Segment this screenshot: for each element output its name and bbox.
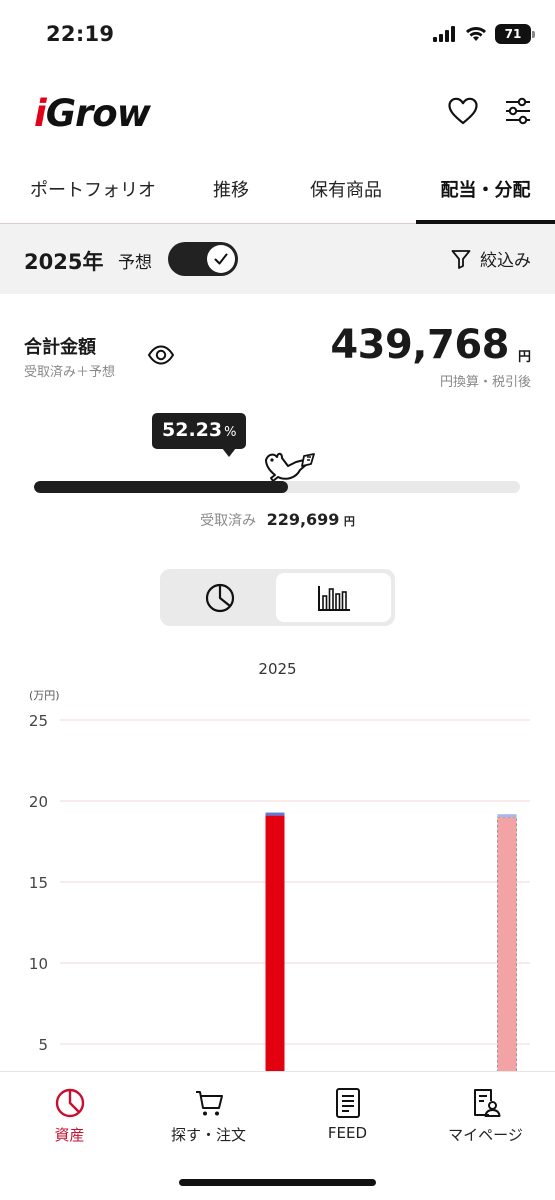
tab-history[interactable]: 推移	[186, 160, 276, 223]
nav-assets-label: 資産	[54, 1126, 85, 1144]
battery-level: 71	[504, 27, 522, 41]
received-unit: 円	[343, 515, 355, 528]
nav-feed[interactable]: FEED	[278, 1086, 417, 1142]
funnel-icon	[451, 249, 471, 269]
assets-pie-icon	[55, 1088, 84, 1118]
status-time: 22:19	[46, 22, 115, 46]
total-unit: 円	[517, 350, 531, 365]
cart-icon	[195, 1091, 223, 1116]
y-tick-label: 10	[29, 955, 48, 973]
nav-search-order[interactable]: 探す・注文	[139, 1086, 278, 1145]
bar-received-cap	[265, 812, 285, 816]
dividend-bar-chart: 5 10 15 20 25	[29, 712, 530, 1071]
nav-mypage[interactable]: マイページ	[416, 1086, 555, 1145]
tab-dividends[interactable]: 配当・分配	[416, 160, 555, 224]
nav-mypage-label: マイページ	[448, 1126, 523, 1144]
received-progress-bar	[34, 481, 520, 493]
filter-bar: 2025年 予想 絞込み	[0, 224, 555, 294]
nav-feed-label: FEED	[327, 1124, 368, 1142]
percent-sign: %	[224, 425, 237, 440]
battery-icon: 71	[495, 24, 535, 44]
received-percent-bubble: 52.23%	[152, 413, 247, 457]
total-title: 合計金額	[24, 337, 96, 358]
tab-holdings[interactable]: 保有商品	[276, 160, 416, 223]
received-amount: 229,699	[266, 510, 340, 529]
heart-icon[interactable]	[447, 96, 479, 126]
total-subtitle: 受取済み＋予想	[24, 365, 116, 380]
received-progress-fill	[34, 481, 288, 493]
document-icon	[335, 1088, 360, 1118]
nav-search-order-label: 探す・注文	[170, 1126, 246, 1144]
pie-chart-icon	[205, 583, 235, 612]
chart-type-switch	[160, 569, 395, 626]
checkmark-icon	[214, 253, 228, 265]
total-amount: 439,768	[330, 322, 509, 368]
igrow-logo: iGrow	[34, 92, 151, 135]
bar-received[interactable]	[265, 815, 285, 1071]
settings-sliders-icon[interactable]	[503, 96, 533, 126]
received-row: 受取済み 229,699 円	[0, 510, 555, 530]
received-label: 受取済み	[200, 513, 257, 529]
main-tabs: ポートフォリオ 推移 保有商品 配当・分配	[0, 160, 555, 224]
tab-portfolio[interactable]: ポートフォリオ	[0, 160, 186, 223]
chart-title: 2025	[258, 660, 297, 678]
y-tick-label: 5	[38, 1036, 48, 1054]
filter-label: 絞込み	[480, 251, 531, 271]
y-tick-label: 20	[29, 793, 48, 811]
total-note: 円換算・税引後	[439, 375, 531, 390]
logo-rest: Grow	[45, 92, 151, 135]
forecast-label: 予想	[118, 253, 152, 273]
header-actions	[447, 96, 533, 126]
filter-button[interactable]: 絞込み	[450, 246, 531, 271]
status-bar: 22:19 71	[0, 0, 555, 70]
y-tick-label: 25	[29, 712, 48, 730]
logo-i: i	[34, 92, 47, 135]
received-percent: 52.23	[162, 419, 223, 441]
bar-chart-icon	[317, 585, 350, 611]
home-indicator	[179, 1179, 376, 1186]
app-header: iGrow	[0, 86, 555, 142]
bar-forecast[interactable]	[497, 816, 517, 1071]
wifi-icon	[466, 27, 486, 41]
profile-card-icon	[473, 1089, 500, 1117]
pie-view-button[interactable]	[164, 573, 276, 622]
eye-icon[interactable]	[147, 345, 175, 365]
signal-icon	[433, 26, 455, 42]
year-selector[interactable]: 2025年	[24, 246, 103, 276]
status-icons: 71	[433, 24, 535, 44]
nav-assets[interactable]: 資産	[0, 1086, 139, 1145]
bar-view-button[interactable]	[276, 573, 391, 622]
y-tick-label: 15	[29, 874, 48, 892]
bar-forecast-cap	[497, 814, 517, 818]
toggle-knob	[207, 245, 235, 273]
forecast-toggle[interactable]	[168, 242, 238, 276]
